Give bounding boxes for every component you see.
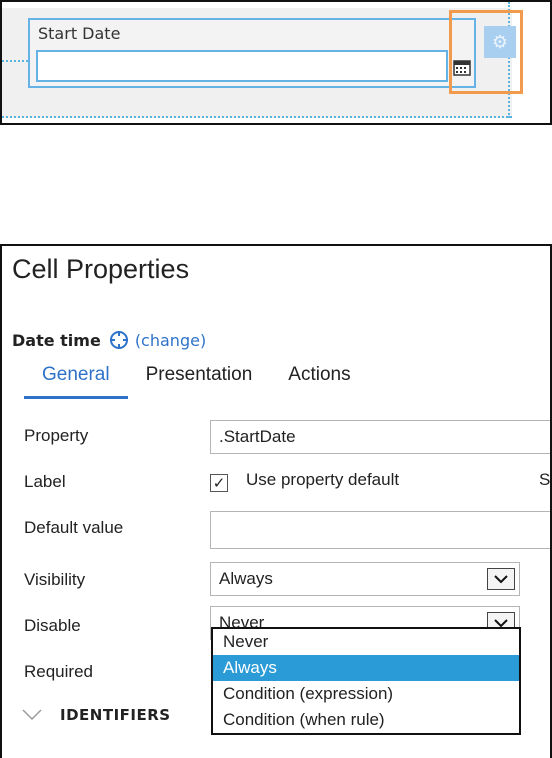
truncated-text: S [539,470,551,489]
control-type-name: Date time [12,330,101,350]
option-condition-when-rule[interactable]: Condition (when rule) [213,707,519,733]
tab-bar: General Presentation Actions [24,364,369,399]
tab-actions[interactable]: Actions [270,364,368,399]
checkmark-icon: ✓ [212,473,226,492]
disable-dropdown-list: Never Always Condition (expression) Cond… [211,627,521,735]
identifiers-section-header[interactable]: IDENTIFIERS [22,706,171,724]
section-title: IDENTIFIERS [60,706,171,724]
start-date-input[interactable] [36,50,448,82]
cell-properties-panel: Cell Properties Date time (change) Gener… [0,244,552,758]
date-cell[interactable]: Start Date [28,18,476,88]
chevron-down-icon [22,709,42,721]
cell-field-label: Start Date [38,24,121,43]
layout-guide-bottom [2,116,512,118]
change-link[interactable]: (change) [135,331,206,350]
tab-presentation[interactable]: Presentation [128,364,271,399]
layout-guide-horizontal [2,60,28,62]
visibility-value: Always [219,569,273,588]
label-label: Label [24,472,66,491]
visibility-select[interactable]: Always [210,562,520,596]
use-default-label: Use property default [246,470,400,489]
use-default-checkbox[interactable]: ✓ [210,474,228,492]
crosshair-icon[interactable] [109,330,129,350]
disable-label: Disable [24,616,81,635]
control-type-line: Date time (change) [12,330,206,350]
chevron-down-icon [494,575,508,584]
design-view-panel: Start Date ⚙ [0,0,552,125]
option-condition-expression[interactable]: Condition (expression) [213,681,519,707]
tab-general[interactable]: General [24,364,128,399]
property-label: Property [24,426,89,445]
panel-title: Cell Properties [12,254,190,284]
property-input[interactable]: .StartDate [210,420,550,454]
default-value-input[interactable] [210,511,550,549]
visibility-dropdown-button[interactable] [487,568,515,590]
visibility-label: Visibility [24,570,86,589]
required-label: Required [24,662,93,681]
option-never[interactable]: Never [213,629,519,655]
option-always[interactable]: Always [213,655,519,681]
default-value-label: Default value [24,518,124,537]
gear-icon[interactable]: ⚙ [484,26,516,58]
